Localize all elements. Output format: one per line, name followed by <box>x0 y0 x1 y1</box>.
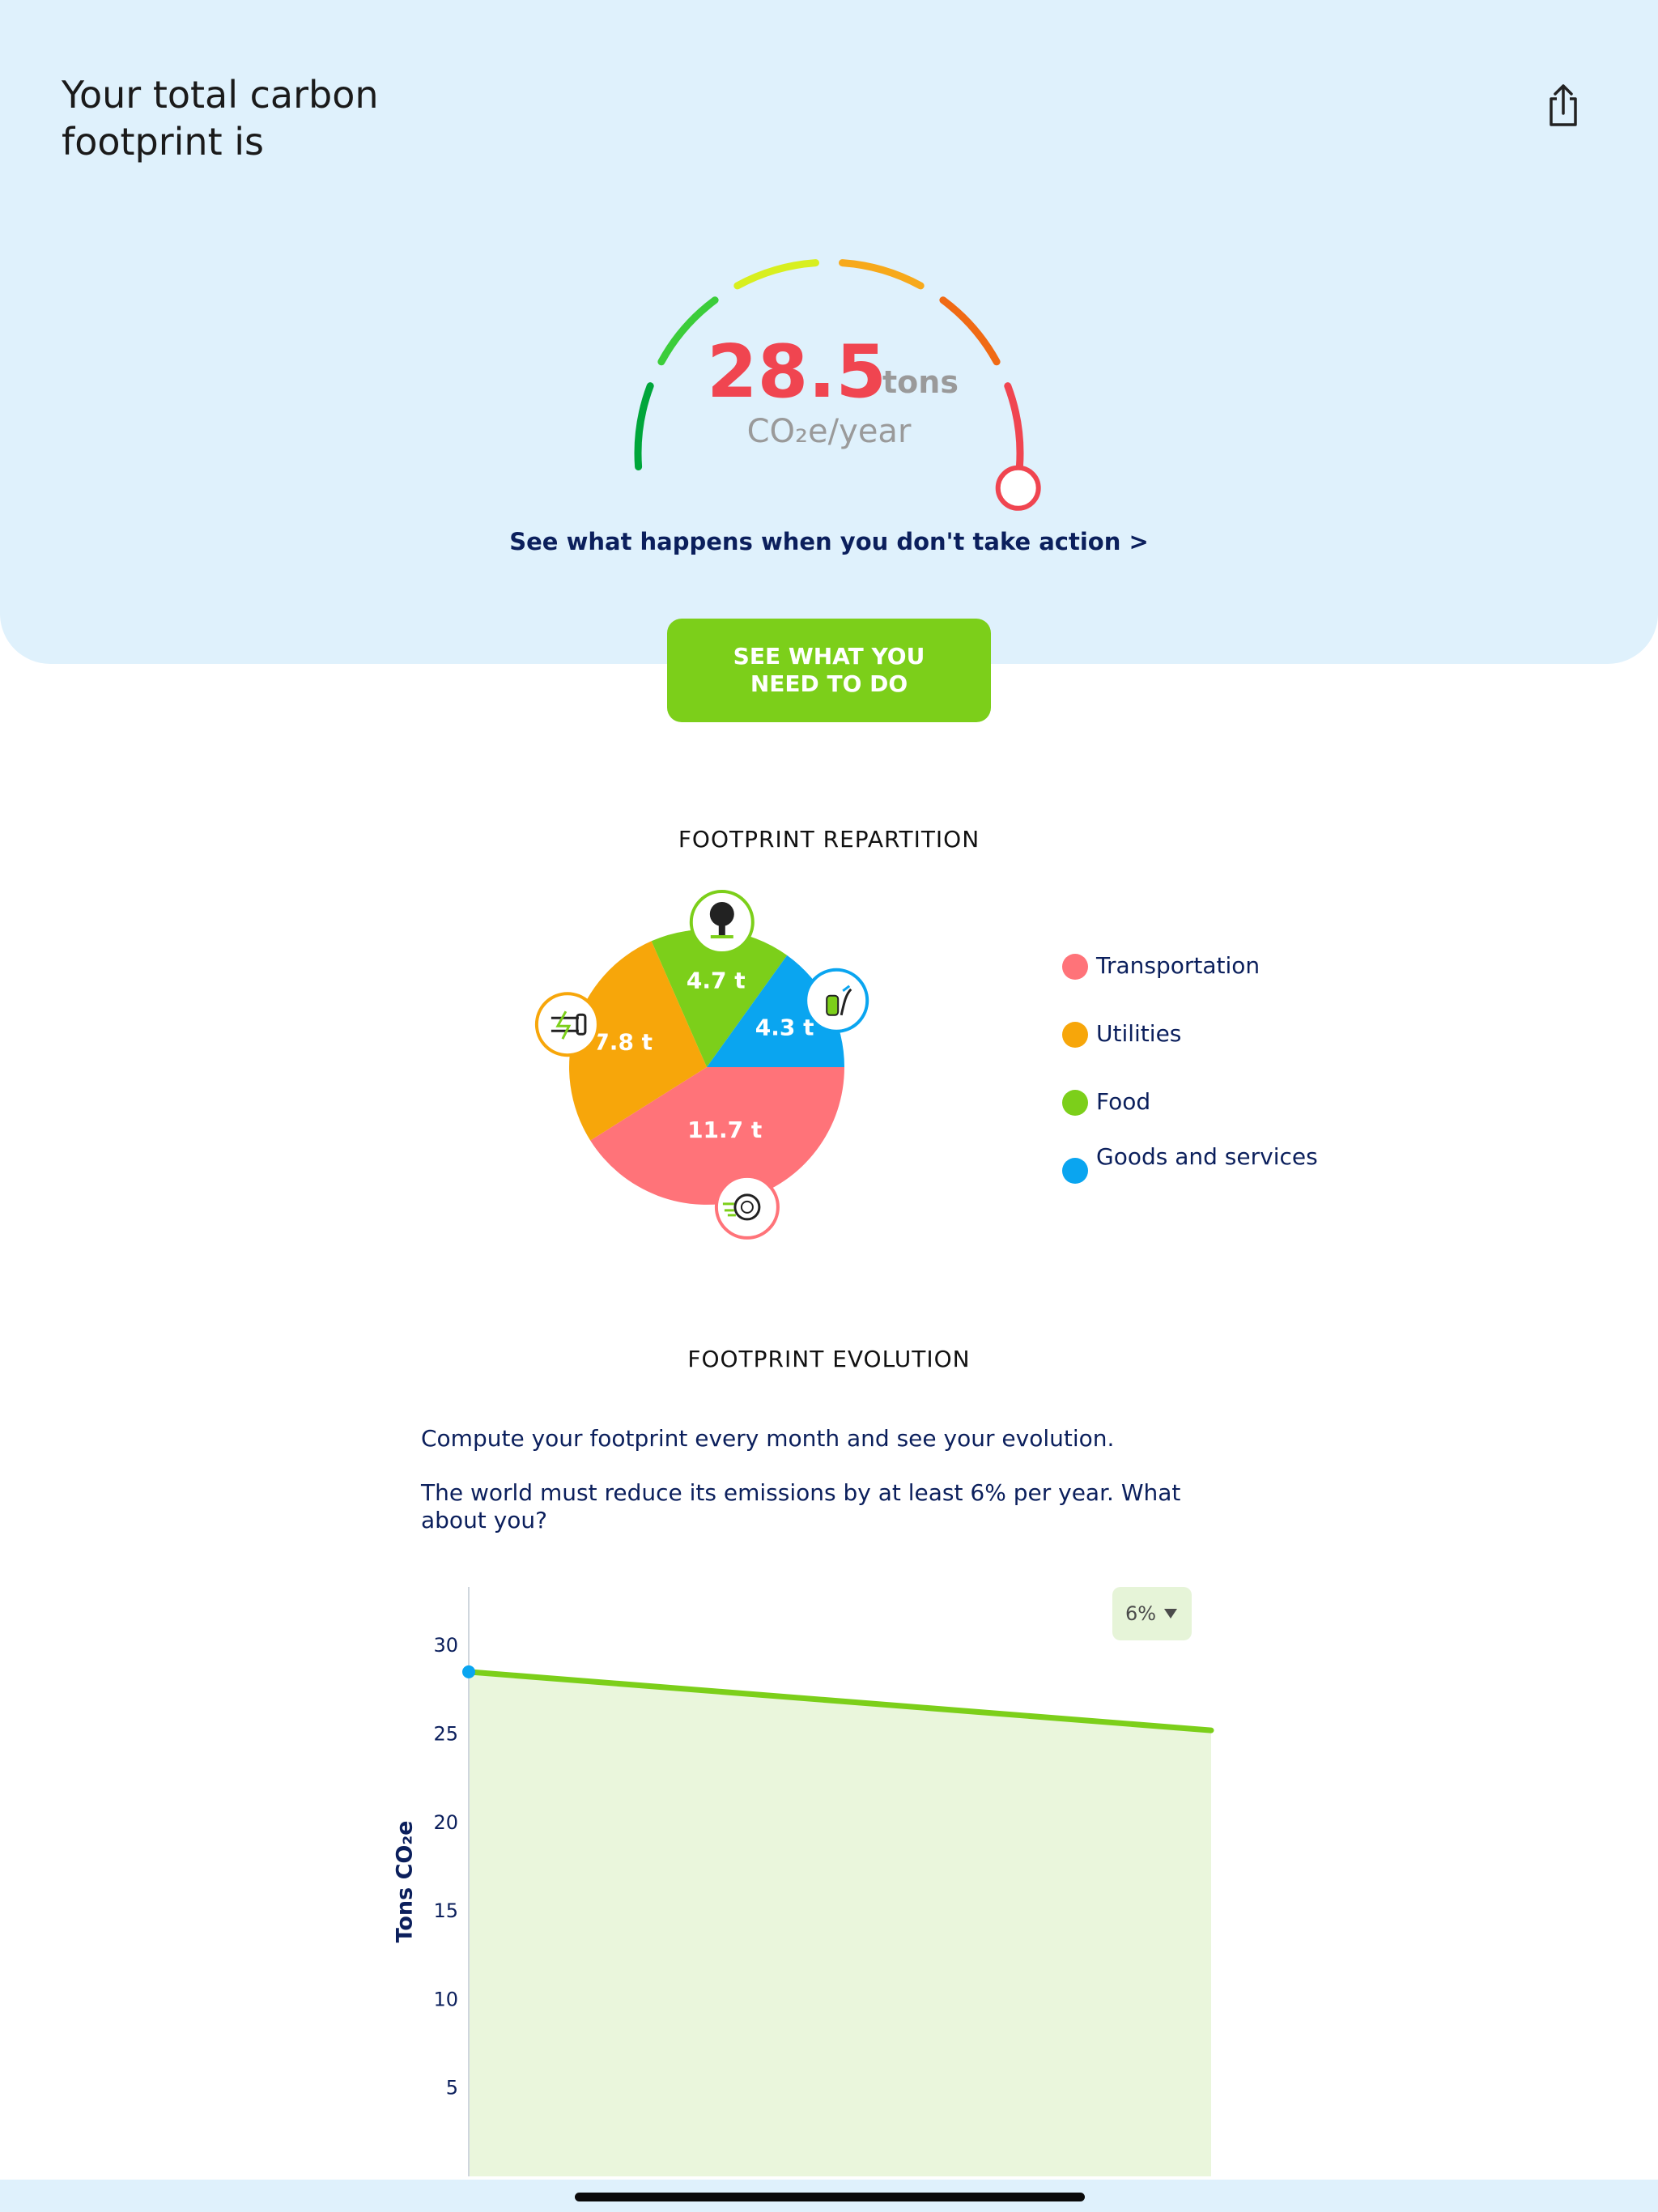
evolution-chart: 5 10 15 20 25 30 <box>433 1587 1214 2176</box>
y-tick-label: 25 <box>433 1723 458 1746</box>
evolution-start-point <box>462 1665 475 1678</box>
y-tick-label: 20 <box>433 1811 458 1834</box>
evolution-area <box>469 1671 1211 2176</box>
y-tick-label: 5 <box>446 2077 458 2099</box>
y-tick-label: 10 <box>433 1988 458 2010</box>
y-axis-title: Tons CO₂e <box>392 1820 418 1943</box>
home-indicator <box>575 2193 1085 2201</box>
triangle-down-icon <box>1164 1609 1178 1619</box>
y-tick-label: 30 <box>433 1634 458 1657</box>
reduction-rate-value: 6% <box>1124 1602 1157 1625</box>
y-tick-label: 15 <box>433 1899 458 1922</box>
reduction-rate-select[interactable]: 6% <box>1112 1587 1192 1640</box>
